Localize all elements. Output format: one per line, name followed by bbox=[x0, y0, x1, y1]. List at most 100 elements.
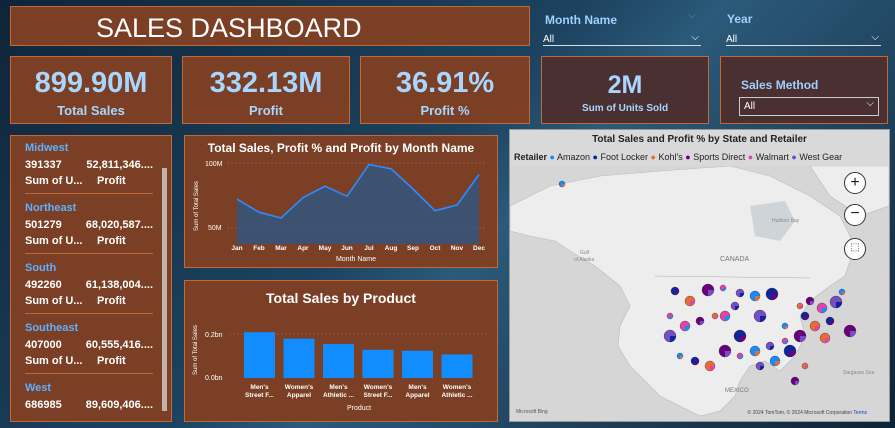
divider bbox=[25, 193, 153, 194]
legend-item-amazon[interactable]: ● Amazon bbox=[550, 152, 590, 162]
chevron-down-icon: ⌵ bbox=[691, 32, 699, 43]
bar[interactable] bbox=[402, 350, 433, 378]
divider bbox=[25, 313, 153, 314]
region-units: 407000 bbox=[25, 339, 62, 351]
sales-method-value: All bbox=[744, 101, 756, 112]
year-slicer-dropdown[interactable]: All ⌵ bbox=[726, 32, 881, 46]
x-tick-label: Men's bbox=[329, 384, 348, 391]
bar[interactable] bbox=[323, 344, 354, 378]
kpi-card-profit-pct: 36.91% Profit % bbox=[360, 56, 530, 124]
year-slicer-label: Year bbox=[727, 12, 753, 26]
y-tick-label: 50M bbox=[208, 225, 222, 232]
x-tick-label: Dec bbox=[473, 245, 485, 252]
legend-item-walmart[interactable]: ● Walmart bbox=[748, 152, 789, 162]
kpi-value: 332.13M bbox=[209, 67, 323, 99]
legend-item-west-gear[interactable]: ● West Gear bbox=[791, 152, 842, 162]
region-profit: 68,020,587.... bbox=[85, 219, 153, 231]
x-axis-title: Month Name bbox=[336, 256, 376, 263]
zoom-out-button[interactable]: − bbox=[844, 204, 866, 226]
kpi-card-units-sold: 2M Sum of Units Sold bbox=[541, 56, 709, 124]
kpi-label: Profit % bbox=[420, 103, 470, 118]
y-tick-label: 100M bbox=[205, 161, 223, 168]
region-item-southeast[interactable]: Southeast 407000 60,555,416.... Sum of U.… bbox=[25, 322, 153, 374]
chevron-down-icon: ⌵ bbox=[871, 32, 879, 43]
x-tick-label: Men's bbox=[250, 384, 269, 391]
region-units: 391337 bbox=[25, 159, 62, 171]
kpi-card-profit: 332.13M Profit bbox=[182, 56, 350, 124]
region-name: Midwest bbox=[25, 142, 69, 154]
kpi-value: 899.90M bbox=[34, 67, 148, 99]
header-panel: SALES DASHBOARD bbox=[10, 6, 530, 46]
divider bbox=[25, 373, 153, 374]
bing-logo: Microsoft Bing bbox=[516, 409, 548, 415]
bar[interactable] bbox=[362, 349, 394, 378]
x-tick-label: Aug bbox=[385, 245, 398, 252]
x-tick-label: Mar bbox=[275, 245, 287, 252]
legend-item-kohls[interactable]: ● Kohl's bbox=[651, 152, 683, 162]
month-slicer-clear-icon[interactable]: ⌵ bbox=[688, 10, 696, 21]
x-tick-label: Men's bbox=[408, 384, 427, 391]
region-units: 492260 bbox=[25, 279, 62, 291]
region-list-scrollbar[interactable] bbox=[162, 168, 167, 411]
x-tick-label: Apparel bbox=[405, 392, 429, 399]
x-tick-label: Women's bbox=[364, 384, 393, 391]
x-tick-label: Jul bbox=[364, 245, 374, 252]
kpi-value: 2M bbox=[607, 71, 643, 99]
bar-chart: Sum of Total Sales 0.2bn 0.0bn Men'sStre… bbox=[193, 325, 490, 412]
map-label-canada: CANADA bbox=[720, 256, 750, 263]
kpi-label: Profit bbox=[249, 103, 283, 118]
x-tick-label: Apparel bbox=[287, 392, 311, 399]
legend-title: Retailer bbox=[514, 152, 548, 162]
region-profit: 60,555,416.... bbox=[85, 339, 153, 351]
sales-method-label: Sales Method bbox=[741, 78, 819, 92]
map-canvas[interactable]: CANADA Gulf of Alaska Hudson Bay MEXICO … bbox=[510, 166, 889, 421]
bar[interactable] bbox=[283, 338, 315, 378]
y-axis-title: Sum of Total Sales bbox=[194, 181, 200, 231]
region-item-northeast[interactable]: Northeast 501279 68,020,587.... Sum of U.… bbox=[25, 202, 153, 254]
region-profit-label: Profit bbox=[97, 355, 126, 367]
terms-link[interactable]: Terms bbox=[853, 410, 867, 416]
map-select-icon[interactable]: ⬚ bbox=[844, 238, 866, 260]
line-chart-panel: Total Sales, Profit % and Profit by Mont… bbox=[184, 135, 498, 268]
x-tick-label: Athletic ... bbox=[441, 392, 472, 399]
map-label-gulf-alaska-2: of Alaska bbox=[574, 257, 595, 263]
kpi-value: 36.91% bbox=[395, 67, 495, 99]
chevron-down-icon: ⌵ bbox=[866, 98, 874, 109]
x-tick-label: Jan bbox=[231, 245, 242, 252]
legend-item-sports-direct[interactable]: ● Sports Direct bbox=[685, 152, 745, 162]
region-units-label: Sum of U... bbox=[25, 175, 83, 187]
region-item-west[interactable]: West 686985 89,609,406.... bbox=[25, 382, 153, 411]
x-tick-label: Jun bbox=[341, 245, 353, 252]
map-label-gulf-alaska: Gulf bbox=[580, 250, 590, 256]
page-title: SALES DASHBOARD bbox=[96, 13, 362, 43]
line-chart: Sum of Total Sales 100M 50M Jan Feb Mar Apr… bbox=[194, 161, 485, 263]
region-profit-label: Profit bbox=[97, 235, 126, 247]
region-profit: 52,811,346.... bbox=[86, 159, 153, 171]
bar[interactable] bbox=[441, 354, 473, 379]
month-slicer-dropdown[interactable]: All ⌵ bbox=[543, 32, 701, 46]
x-tick-label: Sep bbox=[407, 245, 419, 252]
kpi-card-total-sales: 899.90M Total Sales bbox=[10, 56, 172, 124]
x-tick-label: Oct bbox=[430, 245, 442, 252]
region-item-midwest[interactable]: Midwest 391337 52,811,346.... Sum of U...… bbox=[25, 142, 153, 194]
divider bbox=[25, 253, 153, 254]
x-tick-label: Feb bbox=[253, 245, 265, 252]
region-units: 501279 bbox=[25, 219, 62, 231]
legend-item-foot-locker[interactable]: ● Foot Locker bbox=[593, 152, 648, 162]
y-tick-label: 0.0bn bbox=[205, 375, 223, 382]
y-axis-title: Sum of Total Sales bbox=[193, 325, 199, 375]
sales-area bbox=[237, 164, 479, 244]
bar[interactable] bbox=[244, 332, 275, 378]
month-slicer-value: All bbox=[543, 34, 555, 45]
region-name: Northeast bbox=[25, 202, 77, 214]
y-tick-label: 0.2bn bbox=[205, 332, 223, 339]
map-attribution: © 2024 TomTom, © 2024 Microsoft Corporat… bbox=[747, 410, 867, 416]
region-item-south[interactable]: South 492260 61,138,004.... Sum of U... Pr… bbox=[25, 262, 153, 314]
region-profit: 89,609,406.... bbox=[85, 399, 153, 411]
x-tick-label: Nov bbox=[451, 245, 464, 252]
map-label-hudson: Hudson Bay bbox=[772, 218, 800, 224]
zoom-in-button[interactable]: + bbox=[844, 172, 866, 194]
region-units-label: Sum of U... bbox=[25, 235, 83, 247]
sales-method-dropdown[interactable]: All ⌵ bbox=[739, 97, 879, 116]
map-label-sargasso: Sargasso Sea bbox=[843, 370, 875, 376]
